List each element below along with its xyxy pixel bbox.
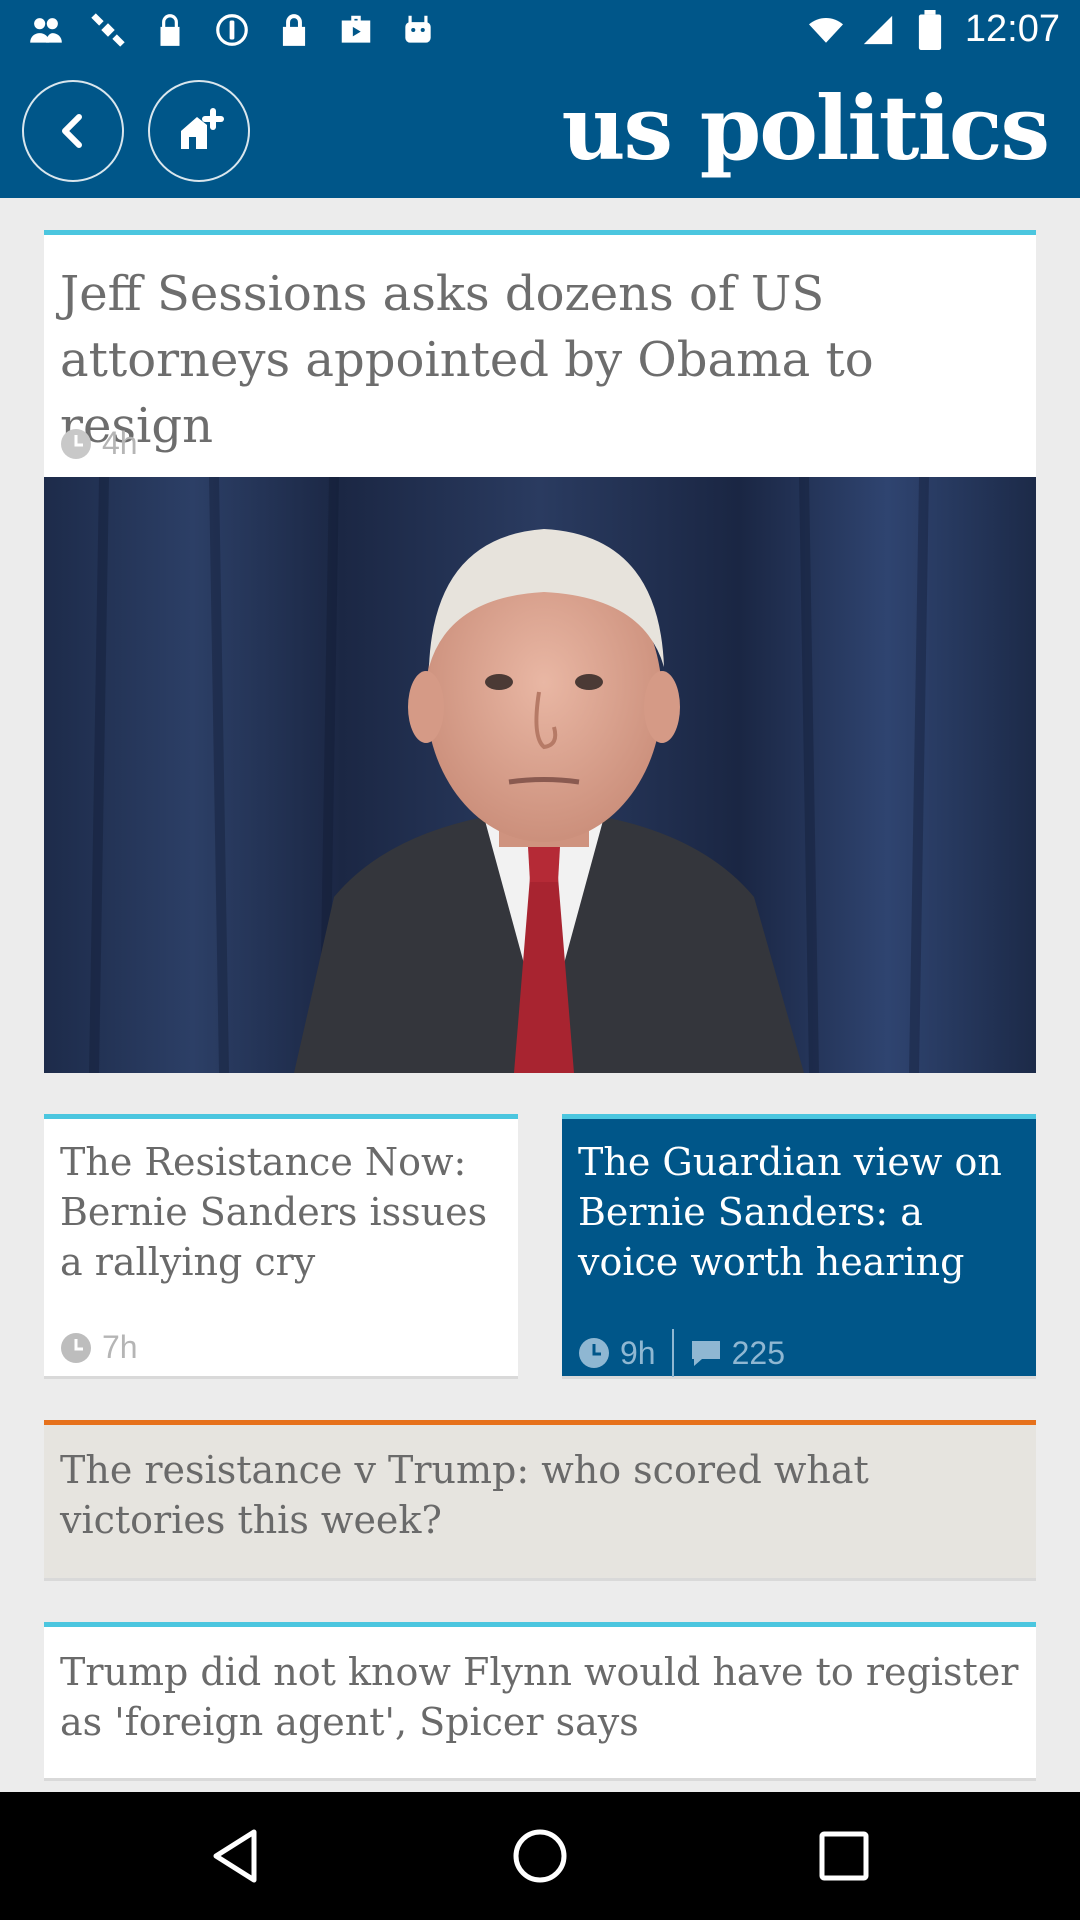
nav-home-button[interactable] xyxy=(500,1816,580,1896)
signal-icon xyxy=(863,15,893,44)
meta-divider xyxy=(671,1329,674,1377)
android-icon xyxy=(398,10,438,50)
article-card-main[interactable]: Jeff Sessions asks dozens of US attorney… xyxy=(44,230,1036,1073)
clock-icon xyxy=(61,1332,91,1363)
home-button[interactable] xyxy=(148,80,250,182)
comment-icon xyxy=(691,1341,720,1366)
satellite-icon xyxy=(88,10,128,50)
home-plus-icon xyxy=(181,108,224,149)
article-headline[interactable]: The Resistance Now: Bernie Sanders issue… xyxy=(60,1137,508,1287)
status-bar: 12:07 xyxy=(0,0,1080,64)
article-card-resistance-now[interactable]: The Resistance Now: Bernie Sanders issue… xyxy=(44,1114,518,1376)
comment-count[interactable]: 225 xyxy=(732,1335,785,1372)
article-photo[interactable] xyxy=(44,477,1036,1073)
home-circle-icon xyxy=(513,1829,567,1883)
chevron-left-icon xyxy=(62,114,82,148)
location-lock-icon xyxy=(150,10,190,50)
nav-back-button[interactable] xyxy=(196,1816,276,1896)
article-headline[interactable]: The Guardian view on Bernie Sanders: a v… xyxy=(578,1137,1026,1287)
article-card-flynn[interactable]: Trump did not know Flynn would have to r… xyxy=(44,1622,1036,1778)
lock-icon xyxy=(274,10,314,50)
article-headline[interactable]: The resistance v Trump: who scored what … xyxy=(60,1445,1020,1545)
article-age: 4h xyxy=(102,425,138,461)
briefcase-play-icon xyxy=(336,10,376,50)
article-meta: 7h xyxy=(60,1329,138,1366)
page-title: us politics xyxy=(561,76,1050,180)
article-headline[interactable]: Trump did not know Flynn would have to r… xyxy=(60,1647,1020,1747)
battery-icon xyxy=(918,9,942,50)
article-age: 7h xyxy=(102,1329,138,1365)
status-bar-system-icons: 12:07 xyxy=(808,8,1060,51)
people-icon xyxy=(26,10,66,50)
recents-square-icon xyxy=(819,1831,869,1881)
portrait-photo xyxy=(44,477,1036,1073)
article-headline[interactable]: Jeff Sessions asks dozens of US attorney… xyxy=(60,261,1020,459)
wifi-icon xyxy=(808,17,843,43)
navigation-bar xyxy=(0,1792,1080,1920)
article-meta: 9h 225 xyxy=(578,1329,785,1377)
article-card-resistance-v-trump[interactable]: The resistance v Trump: who scored what … xyxy=(44,1420,1036,1578)
clock-icon xyxy=(61,428,91,459)
article-age: 9h xyxy=(620,1334,656,1371)
clock-icon xyxy=(579,1338,609,1368)
back-triangle-icon xyxy=(213,1829,257,1883)
article-card-guardian-view[interactable]: The Guardian view on Bernie Sanders: a v… xyxy=(562,1114,1036,1377)
article-meta: 4h xyxy=(60,425,138,462)
clock-time: 12:07 xyxy=(964,8,1060,50)
app-header: us politics xyxy=(0,64,1080,198)
nav-recents-button[interactable] xyxy=(804,1816,884,1896)
circle-info-icon xyxy=(212,10,252,50)
status-bar-notification-icons xyxy=(26,10,438,50)
back-button[interactable] xyxy=(22,80,124,182)
